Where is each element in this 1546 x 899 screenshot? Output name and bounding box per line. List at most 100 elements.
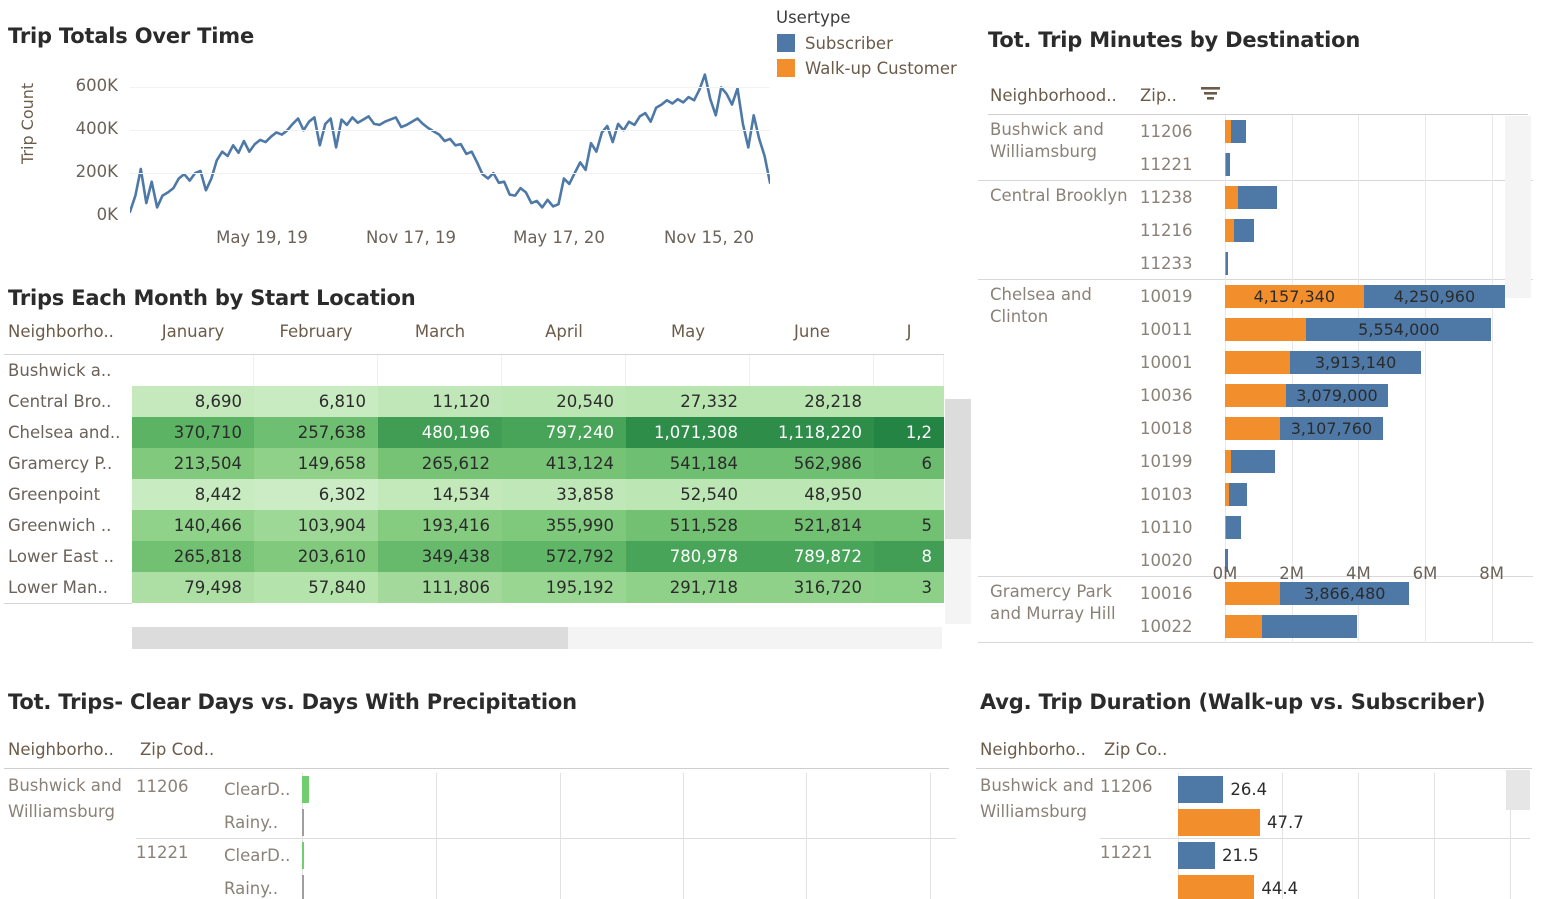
column-header-neighborhood[interactable]: Neighborhood.. — [990, 86, 1117, 105]
table-cell[interactable] — [378, 355, 502, 386]
column-header-month[interactable]: March — [378, 322, 502, 341]
column-header-month[interactable]: January — [132, 322, 254, 341]
table-row[interactable]: Rainy.. — [136, 872, 956, 899]
bar-walkup[interactable] — [1225, 351, 1291, 374]
trip-minutes-vertical-scrollbar[interactable] — [1505, 116, 1531, 298]
table-cell[interactable] — [874, 355, 944, 386]
table-row[interactable]: Lower East .. 265,818 203,610 349,438 572,79… — [0, 541, 945, 572]
heatmap-horizontal-scrollbar[interactable] — [132, 627, 942, 649]
table-cell[interactable]: 562,986 — [750, 448, 874, 479]
table-cell[interactable]: 789,872 — [750, 541, 874, 572]
table-cell[interactable]: 265,818 — [132, 541, 254, 572]
table-cell[interactable]: 14,534 — [378, 479, 502, 510]
table-cell[interactable] — [502, 355, 626, 386]
table-cell[interactable]: 8 — [874, 541, 944, 572]
bar-walkup[interactable] — [1225, 417, 1280, 440]
column-header-month[interactable]: April — [502, 322, 626, 341]
legend-item-walkup[interactable]: Walk-up Customer — [776, 58, 991, 78]
bar-plot[interactable]: 44.4 — [1178, 872, 1546, 899]
table-row[interactable]: Central Bro.. 8,690 6,810 11,120 20,540 27,33… — [0, 386, 945, 417]
table-cell[interactable]: 480,196 — [378, 417, 502, 448]
bar-plot[interactable]: 4,157,340 4,250,960 — [1225, 280, 1533, 313]
table-cell[interactable]: 1,118,220 — [750, 417, 874, 448]
table-cell[interactable]: 6,302 — [254, 479, 378, 510]
table-cell[interactable] — [626, 355, 750, 386]
table-cell[interactable]: 780,978 — [626, 541, 750, 572]
table-cell[interactable]: 213,504 — [132, 448, 254, 479]
table-cell[interactable]: 8,690 — [132, 386, 254, 417]
bar-subscriber[interactable] — [1225, 153, 1230, 176]
table-cell[interactable]: 572,792 — [502, 541, 626, 572]
bar-plot[interactable] — [1225, 247, 1533, 280]
table-row[interactable]: 11216 — [978, 214, 1533, 247]
scrollbar-thumb[interactable] — [945, 399, 971, 539]
bar-plot[interactable] — [1225, 610, 1533, 643]
table-cell[interactable]: 193,416 — [378, 510, 502, 541]
table-cell[interactable]: 349,438 — [378, 541, 502, 572]
table-cell[interactable]: 1,2 — [874, 417, 944, 448]
bar-plot[interactable] — [1225, 115, 1533, 148]
bar-plot[interactable] — [302, 806, 942, 839]
table-cell[interactable]: 797,240 — [502, 417, 626, 448]
table-row[interactable]: 10036 3,079,000 — [978, 379, 1533, 412]
table-row[interactable]: 10110 — [978, 511, 1533, 544]
bar[interactable] — [302, 809, 305, 836]
bar-plot[interactable]: 3,107,760 — [1225, 412, 1533, 445]
table-cell[interactable]: 370,710 — [132, 417, 254, 448]
table-cell[interactable]: 203,610 — [254, 541, 378, 572]
table-row[interactable]: Greenpoint 8,442 6,302 14,534 33,858 52,540 48… — [0, 479, 945, 510]
table-cell[interactable]: 413,124 — [502, 448, 626, 479]
bar-plot[interactable]: 3,913,140 — [1225, 346, 1533, 379]
table-row[interactable]: 10022 — [978, 610, 1533, 643]
table-row[interactable]: 11221 — [978, 148, 1533, 181]
table-cell[interactable]: 52,540 — [626, 479, 750, 510]
table-cell[interactable]: 257,638 — [254, 417, 378, 448]
table-cell[interactable]: 11,120 — [378, 386, 502, 417]
table-cell[interactable]: 79,498 — [132, 572, 254, 603]
table-cell[interactable]: 1,071,308 — [626, 417, 750, 448]
table-cell[interactable]: 355,990 — [502, 510, 626, 541]
table-cell[interactable]: 8,442 — [132, 479, 254, 510]
table-cell[interactable]: 27,332 — [626, 386, 750, 417]
table-cell[interactable]: 195,192 — [502, 572, 626, 603]
table-row[interactable]: 10001 3,913,140 — [978, 346, 1533, 379]
table-row[interactable]: Lower Man.. 79,498 57,840 111,806 195,192 291… — [0, 572, 945, 603]
table-row[interactable]: 10011 5,554,000 — [978, 313, 1533, 346]
table-cell[interactable] — [750, 355, 874, 386]
avg-duration-vertical-scrollbar[interactable] — [1506, 770, 1530, 810]
bar-plot[interactable]: 47.7 — [1178, 806, 1546, 839]
column-header-zip[interactable]: Zip.. — [1140, 86, 1177, 105]
table-cell[interactable]: 33,858 — [502, 479, 626, 510]
table-row[interactable]: 10018 3,107,760 — [978, 412, 1533, 445]
table-cell[interactable]: 316,720 — [750, 572, 874, 603]
table-row[interactable]: ClearD.. — [136, 773, 956, 806]
line-chart[interactable]: Trip Count 0K 200K 400K 600K May 19, 19 Nov … — [0, 66, 790, 266]
table-row[interactable]: 21.5 — [1100, 839, 1530, 872]
bar-subscriber[interactable] — [1262, 615, 1357, 638]
column-header-zip[interactable]: Zip Co.. — [1104, 740, 1167, 759]
bar-plot[interactable] — [1225, 214, 1533, 247]
bar-plot[interactable]: 21.5 — [1178, 839, 1546, 872]
bar[interactable] — [1178, 809, 1261, 836]
sort-descending-icon[interactable] — [1200, 85, 1222, 105]
bar[interactable] — [1178, 875, 1255, 899]
bar-subscriber[interactable] — [1234, 219, 1254, 242]
bar-subscriber[interactable] — [1225, 252, 1229, 275]
table-row[interactable]: Chelsea and.. 370,710 257,638 480,196 797,24… — [0, 417, 945, 448]
bar[interactable] — [1178, 842, 1215, 869]
table-cell[interactable] — [254, 355, 378, 386]
bar-subscriber[interactable] — [1226, 516, 1241, 539]
bar-plot[interactable]: 26.4 — [1178, 773, 1546, 806]
table-row[interactable]: 26.4 — [1100, 773, 1530, 806]
table-cell[interactable]: 57,840 — [254, 572, 378, 603]
heatmap-vertical-scrollbar[interactable] — [945, 399, 971, 624]
column-header-neighborhood[interactable]: Neighborho.. — [8, 740, 114, 759]
column-header-month[interactable]: February — [254, 322, 378, 341]
table-row[interactable]: 44.4 — [1100, 872, 1530, 899]
bar[interactable] — [1178, 776, 1224, 803]
avg-duration-body[interactable]: 11206 26.4 47.7 11221 21.5 44.4 — [1100, 773, 1530, 899]
bar[interactable] — [302, 875, 304, 899]
table-row[interactable]: 47.7 — [1100, 806, 1530, 839]
column-header-zip[interactable]: Zip Cod.. — [140, 740, 214, 759]
bar-plot[interactable]: 3,079,000 — [1225, 379, 1533, 412]
